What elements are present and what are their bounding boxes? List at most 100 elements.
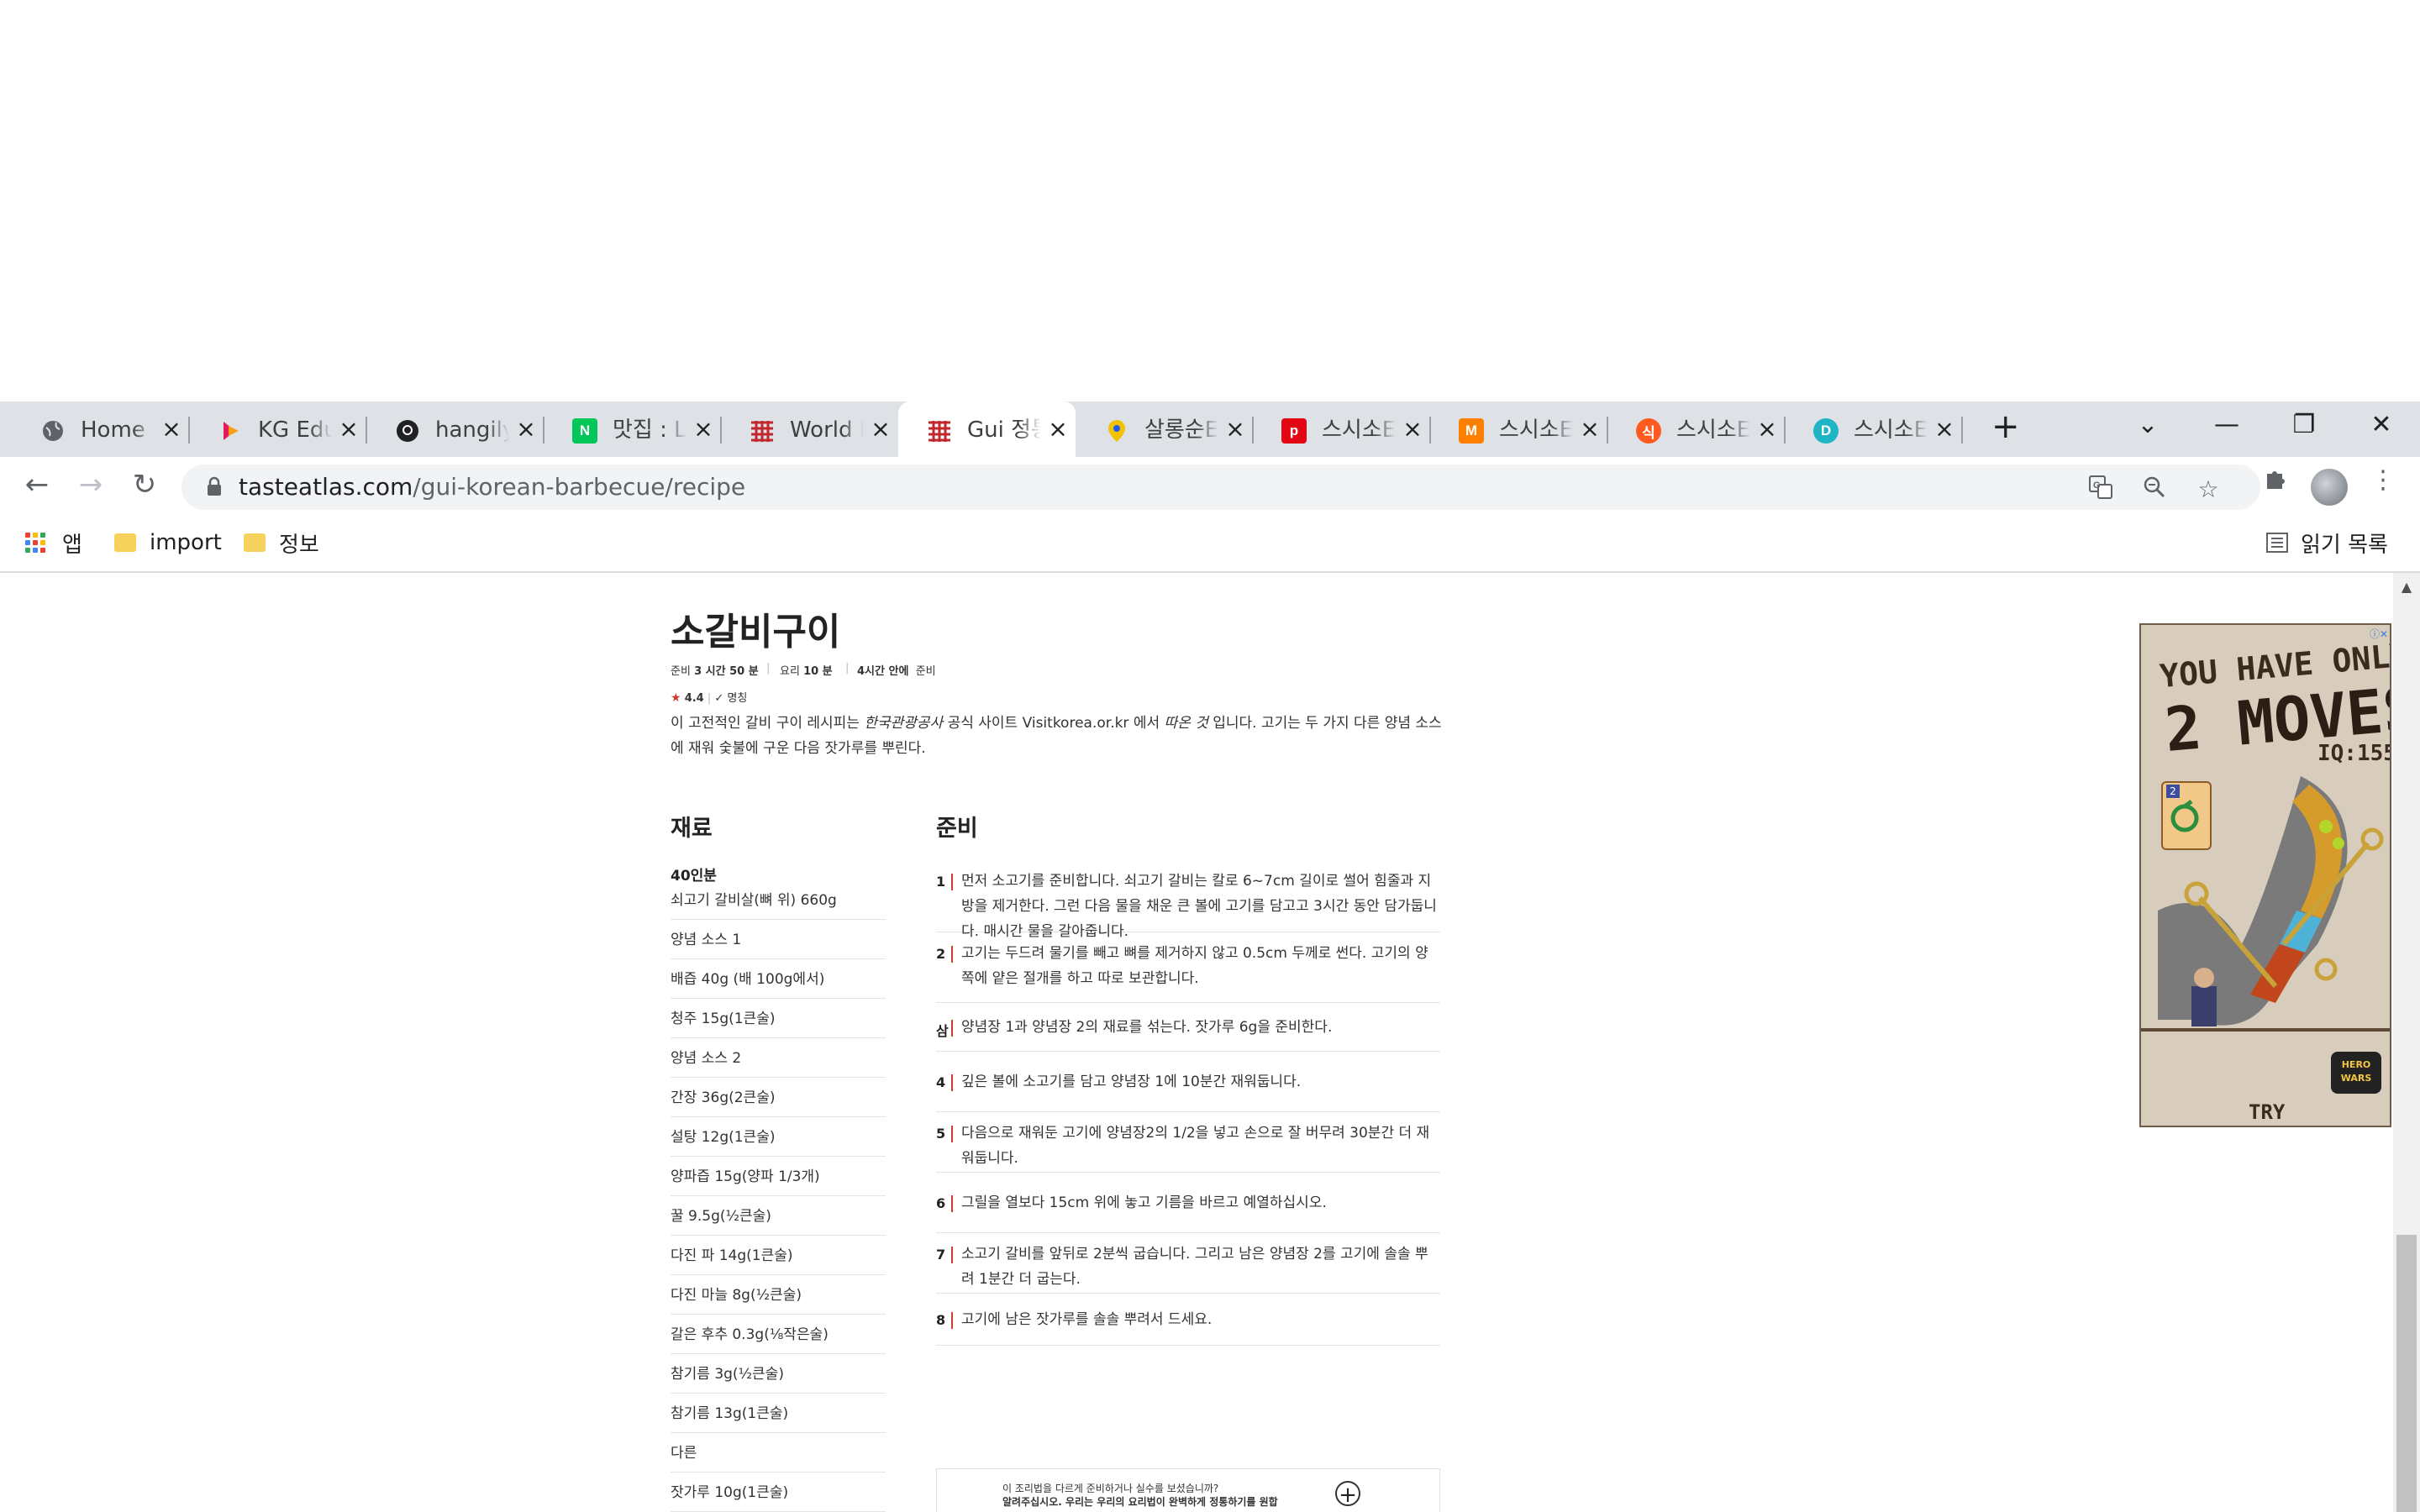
m-logo-icon: M xyxy=(1459,418,1484,444)
prep-value: 3 시간 50 분 xyxy=(694,665,759,678)
tab[interactable]: KG Edu × xyxy=(189,402,367,457)
tab-title: 맛집 : L xyxy=(613,417,687,443)
scroll-up-arrow-icon[interactable]: ▲ xyxy=(2396,580,2417,595)
tab-title: hangily xyxy=(435,417,509,443)
prep-time: 준비 3 시간 50 분 xyxy=(671,662,759,678)
extensions-puzzle-icon[interactable] xyxy=(2260,465,2291,496)
reading-list-button[interactable]: 읽기 목록 xyxy=(2265,526,2388,559)
tab-title: 스시소E xyxy=(1854,417,1928,443)
zoom-icon[interactable] xyxy=(2139,475,2170,505)
recipe-step: 5 다음으로 재워둔 고기에 양념장2의 1/2을 넣고 손으로 잘 버무려 30… xyxy=(936,1112,1440,1173)
tab[interactable]: hangily × xyxy=(366,402,544,457)
ingredient-item: 간장 36g(2큰술) xyxy=(671,1078,886,1117)
address-bar[interactable]: tasteatlas.com/gui-korean-barbecue/recip… xyxy=(182,465,2260,510)
ad-puzzle-illustration xyxy=(2141,776,2390,1032)
tab-close-icon[interactable]: × xyxy=(514,417,538,442)
svg-text:G: G xyxy=(2093,480,2101,491)
forward-arrow-icon[interactable]: → xyxy=(71,464,111,506)
tab-title: 스시소E xyxy=(1499,417,1573,443)
url-path: /gui-korean-barbecue/recipe xyxy=(413,473,746,501)
tab-search-chevron-down-icon[interactable]: ⌄ xyxy=(2128,410,2168,440)
ingredient-item: 갈은 후추 0.3g(⅛작은술) xyxy=(671,1315,886,1354)
tab-close-icon[interactable]: × xyxy=(1046,417,1070,442)
tab-close-icon[interactable]: × xyxy=(1933,417,1956,442)
tab-close-icon[interactable]: × xyxy=(1223,417,1247,442)
tab[interactable]: Gui 정통× xyxy=(898,402,1076,457)
tab-close-icon[interactable]: × xyxy=(1401,417,1424,442)
p-logo-icon: p xyxy=(1281,418,1307,444)
cook-label: 요리 xyxy=(780,665,800,678)
reading-list-icon xyxy=(2266,533,2288,553)
tab-close-icon[interactable]: × xyxy=(1755,417,1779,442)
preparation-heading: 준비 xyxy=(936,816,978,842)
ingredient-item: 참기름 3g(½큰술) xyxy=(671,1354,886,1394)
recipe-step: 4 깊은 볼에 소고기를 담고 양념장 1에 10분간 재워둡니다. xyxy=(936,1052,1440,1112)
tab[interactable]: D 스시소E × xyxy=(1785,402,1963,457)
bookmark-label: import xyxy=(150,530,222,555)
ingredient-item: 쇠고기 갈비살(뼈 위) 660g xyxy=(671,880,886,920)
prep-label: 준비 xyxy=(671,665,691,678)
tab[interactable]: N 맛집 : L × xyxy=(544,402,722,457)
recipe-step: 2 고기는 두드려 물기를 빼고 뼈를 제거하지 않고 0.5cm 두께로 썬다.… xyxy=(936,932,1440,1003)
url-text[interactable]: tasteatlas.com/gui-korean-barbecue/recip… xyxy=(239,473,745,501)
reload-icon[interactable]: ↻ xyxy=(124,464,165,506)
step-number: 6 xyxy=(936,1195,946,1211)
bookmark-folder-import[interactable]: import xyxy=(114,526,222,559)
ingredient-item: 양념 소스 2 xyxy=(671,1038,886,1078)
step-text: 다음으로 재워둔 고기에 양념장2의 1/2을 넣고 손으로 잘 버무려 30분… xyxy=(961,1125,1430,1167)
tab[interactable]: 살롱순E × xyxy=(1076,402,1254,457)
intro-text-italic: 따온 것 xyxy=(1164,715,1208,732)
close-window-button[interactable]: ✕ xyxy=(2361,410,2402,440)
globe-icon xyxy=(40,418,66,444)
tab-close-icon[interactable]: × xyxy=(337,417,360,442)
tab[interactable]: 식 스시소E × xyxy=(1607,402,1786,457)
tab[interactable]: Home | × xyxy=(12,402,190,457)
naver-icon: N xyxy=(572,418,597,444)
tab[interactable]: p 스시소E × xyxy=(1253,402,1431,457)
reading-list-label: 읽기 목록 xyxy=(2301,532,2388,558)
step-accent-bar xyxy=(951,1020,953,1037)
tab-close-icon[interactable]: × xyxy=(692,417,715,442)
menu-kebab-icon[interactable]: ⋮ xyxy=(2368,465,2398,496)
scrollbar-thumb[interactable] xyxy=(2396,1235,2417,1512)
step-number: 1 xyxy=(936,874,946,890)
bookmark-folder-info[interactable]: 정보 xyxy=(244,526,319,559)
tab-close-icon[interactable]: × xyxy=(160,417,183,442)
apps-label: 앱 xyxy=(62,532,82,558)
ingredient-item: 참기름 13g(1큰술) xyxy=(671,1394,886,1433)
tab[interactable]: World F × xyxy=(721,402,898,457)
ready-time: 4시간 안에 준비 xyxy=(857,662,936,678)
lock-icon[interactable] xyxy=(207,476,222,496)
rating[interactable]: ★ 4.4 | ✓ 명칭 xyxy=(671,689,747,705)
ingredient-item: 배즙 40g (배 100g에서) xyxy=(671,959,886,999)
back-arrow-icon[interactable]: ← xyxy=(17,464,57,506)
recipe-step: 6 그릴을 열보다 15cm 위에 놓고 기름을 바르고 예열하십시오. xyxy=(936,1173,1440,1233)
url-host: tasteatlas.com xyxy=(239,473,413,501)
new-tab-button[interactable]: + xyxy=(1991,410,2020,444)
restore-button[interactable]: ❐ xyxy=(2284,410,2324,440)
browser-toolbar: ← → ↻ tasteatlas.com/gui-korean-barbecue… xyxy=(0,457,2420,517)
report-text-bold: 알려주십시오. 우리는 우리의 요리법이 완벽하게 정통하기를 원합 xyxy=(1002,1496,1278,1508)
ad-try-button[interactable]: TRY xyxy=(2249,1100,2285,1124)
translate-icon[interactable]: G xyxy=(2086,475,2116,505)
tab[interactable]: M 스시소E × xyxy=(1430,402,1608,457)
step-list: 1 먼저 소고기를 준비합니다. 쇠고기 갈비는 칼로 6~7cm 길이로 썰어 … xyxy=(936,860,1440,1346)
intro-source-link[interactable]: 한국관광공사 xyxy=(864,715,943,732)
ingredient-item: 꿀 9.5g(½큰술) xyxy=(671,1196,886,1236)
step-text: 고기는 두드려 물기를 빼고 뼈를 제거하지 않고 0.5cm 두께로 썬다. … xyxy=(961,945,1428,987)
d-logo-icon: D xyxy=(1813,418,1839,444)
profile-avatar[interactable] xyxy=(2311,469,2348,506)
bookmark-star-icon[interactable]: ☆ xyxy=(2193,475,2223,505)
advertisement[interactable]: ⓘ✕ YOU HAVE ONLY 2 MOVES IQ:155 2 HERO W… xyxy=(2139,623,2391,1127)
report-plus-button[interactable]: + xyxy=(1335,1481,1360,1508)
tab-close-icon[interactable]: × xyxy=(869,417,892,442)
bookmarks-bar: 앱 import 정보 읽기 목록 xyxy=(0,517,2420,573)
ingredient-item: 설탕 12g(1큰술) xyxy=(671,1117,886,1157)
ingredient-item: 잣가루 10g(1큰술) xyxy=(671,1473,886,1512)
tab-close-icon[interactable]: × xyxy=(1578,417,1602,442)
apps-shortcut[interactable]: 앱 xyxy=(25,526,82,559)
kg-edu-icon xyxy=(218,418,243,444)
minimize-button[interactable]: — xyxy=(2207,410,2247,440)
tasteatlas-icon xyxy=(750,418,775,444)
recipe-title: 소갈비구이 xyxy=(671,611,841,654)
